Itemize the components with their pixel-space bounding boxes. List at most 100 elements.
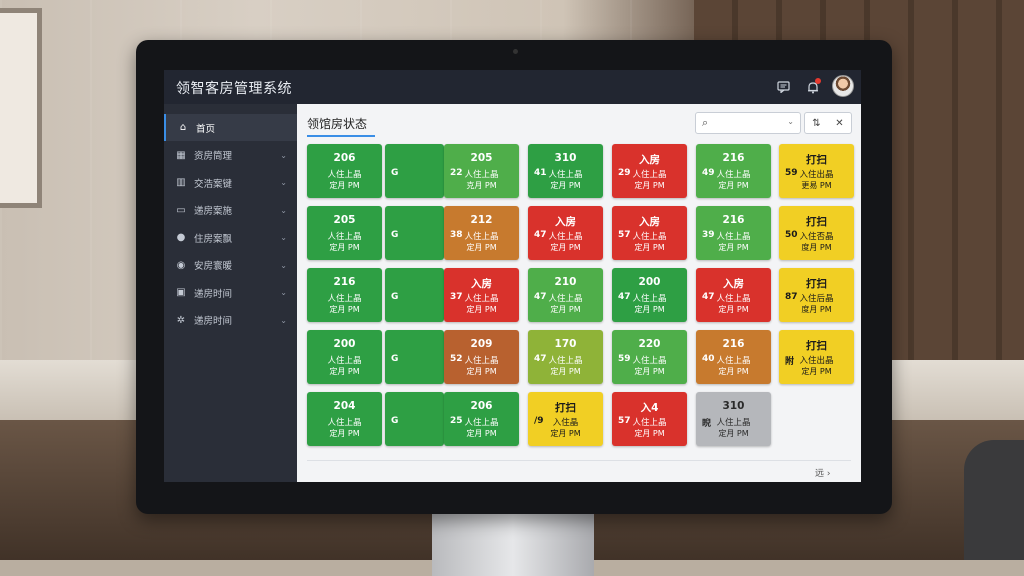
room-card[interactable]: 205 人住上晶 克月 PM 22: [444, 144, 519, 198]
room-time: 定月 PM: [550, 429, 581, 438]
room-card[interactable]: 206 人住上晶 定月 PM: [307, 144, 382, 198]
room-card[interactable]: 170 人住上晶 定月 PM 47: [528, 330, 603, 384]
pager-next[interactable]: 远 ›: [815, 466, 830, 479]
search-box[interactable]: ⌕ ⌄: [695, 112, 801, 134]
sidebar-item[interactable]: ✲ 递房时间 ⌄: [164, 307, 297, 334]
room-number: 入4: [640, 402, 659, 414]
room-card[interactable]: 打扫 入住后晶 度月 PM 87: [779, 268, 854, 322]
room-side-label: 附: [785, 357, 795, 367]
room-time: 定月 PM: [550, 181, 581, 190]
room-number: 216: [333, 276, 356, 288]
room-card[interactable]: 入4 人住上晶 定月 PM 57: [612, 392, 687, 446]
room-time: 定月 PM: [466, 429, 497, 438]
room-time: 度月 PM: [801, 243, 832, 252]
sidebar-item-icon: ●: [176, 232, 186, 243]
room-number: 入房: [639, 216, 660, 228]
room-card[interactable]: 216 人住上晶 定月 PM 49: [696, 144, 771, 198]
page-title: 领馆房状态: [307, 117, 368, 131]
room-number: 200: [333, 338, 356, 350]
room-card[interactable]: 220 人住上晶 定月 PM 59: [612, 330, 687, 384]
sidebar-item[interactable]: ▭ 递房案施 ⌄: [164, 197, 297, 224]
room-card[interactable]: 209 人住上晶 定月 PM 52: [444, 330, 519, 384]
room-side-label: 38: [450, 230, 463, 240]
room-side-label: 47: [702, 292, 715, 302]
room-time: 定月 PM: [801, 367, 832, 376]
room-card[interactable]: G: [385, 268, 444, 322]
room-time: 定月 PM: [718, 367, 749, 376]
sidebar-item-icon: ▣: [176, 287, 186, 298]
sidebar-item[interactable]: ⌂ 首页: [164, 114, 297, 141]
room-number: 170: [554, 338, 577, 350]
room-card[interactable]: G: [385, 392, 444, 446]
monitor: 领智客房管理系统 ⌂ 首页 ▦ 资房筒理 ⌄ ▥ 交浩案键 ⌄ ▭ 递房案施 ⌄ ● 住房案飘 ⌄ ◉ 安房寰…: [136, 40, 892, 514]
room-side-label: 22: [450, 168, 463, 178]
chevron-down-icon: ⌄: [280, 205, 287, 215]
room-card[interactable]: 216 人住上晶 定月 PM: [307, 268, 382, 322]
room-card[interactable]: 310 人住上晶 定月 PM 41: [528, 144, 603, 198]
sidebar-item[interactable]: ▣ 递房时间 ⌄: [164, 279, 297, 306]
room-card[interactable]: 入房 人住上晶 定月 PM 57: [612, 206, 687, 260]
room-side-label: 40: [702, 354, 715, 364]
sidebar-item[interactable]: ◉ 安房寰暖 ⌄: [164, 252, 297, 279]
sidebar-item[interactable]: ▥ 交浩案键 ⌄: [164, 169, 297, 196]
room-card[interactable]: 216 人住上晶 定月 PM 40: [696, 330, 771, 384]
notification-dot: [815, 78, 821, 84]
room-number: 200: [638, 276, 661, 288]
room-time: 定月 PM: [329, 429, 360, 438]
room-card[interactable]: 204 人住上晶 定月 PM: [307, 392, 382, 446]
room-card[interactable]: 打扫 入住出晶 更易 PM 59: [779, 144, 854, 198]
close-icon[interactable]: ✕: [835, 118, 843, 129]
room-card[interactable]: 200 人住上晶 定月 PM: [307, 330, 382, 384]
room-card[interactable]: G: [385, 206, 444, 260]
message-icon[interactable]: [774, 78, 792, 96]
sidebar: ⌂ 首页 ▦ 资房筒理 ⌄ ▥ 交浩案键 ⌄ ▭ 递房案施 ⌄ ● 住房案飘 ⌄ ◉ 安房寰暖 ⌄ ▣ 递房时间 ⌄ ✲…: [164, 104, 297, 482]
room-time: 定月 PM: [634, 181, 665, 190]
room-card[interactable]: G: [385, 144, 444, 198]
room-side-label: 37: [450, 292, 463, 302]
chevron-down-icon: ⌄: [280, 260, 287, 270]
chevron-down-icon: ⌄: [280, 233, 287, 242]
chevron-down-icon[interactable]: ⌄: [787, 117, 794, 126]
room-side-label: 57: [618, 416, 631, 426]
room-card[interactable]: 216 人住上晶 定月 PM 39: [696, 206, 771, 260]
room-time: 定月 PM: [329, 243, 360, 252]
room-number: 220: [638, 338, 661, 350]
search-icon: ⌕: [702, 116, 709, 129]
room-number: 310: [722, 400, 745, 412]
room-card[interactable]: 212 人住上晶 定月 PM 38: [444, 206, 519, 260]
search-input[interactable]: [716, 115, 776, 131]
room-side-label: 29: [618, 168, 631, 178]
avatar[interactable]: [832, 75, 854, 97]
bell-icon[interactable]: [804, 78, 822, 96]
room-card[interactable]: 打扫 入住否晶 度月 PM 50: [779, 206, 854, 260]
room-card[interactable]: G: [385, 330, 444, 384]
room-time: 更易 PM: [801, 181, 832, 190]
room-card[interactable]: 入房 人住上晶 定月 PM 47: [696, 268, 771, 322]
room-time: 定月 PM: [718, 429, 749, 438]
room-side-label: 87: [785, 292, 798, 302]
room-card[interactable]: 入房 人住上晶 定月 PM 47: [528, 206, 603, 260]
room-status: 人住上晶: [327, 170, 362, 180]
filter-icon[interactable]: ⇅: [812, 118, 820, 129]
room-card[interactable]: 200 人住上晶 定月 PM 47: [612, 268, 687, 322]
sidebar-item-icon: ▦: [176, 149, 186, 161]
room-card[interactable]: 210 人住上晶 定月 PM 47: [528, 268, 603, 322]
room-number: 入房: [555, 216, 576, 228]
room-number: 310: [554, 152, 577, 164]
room-side-label: 49: [702, 168, 715, 178]
room-side-label: 39: [702, 230, 715, 240]
room-card[interactable]: 206 人住上晶 定月 PM 25: [444, 392, 519, 446]
room-number: 打扫: [806, 340, 827, 352]
room-card[interactable]: 打扫 入住晶 定月 PM/9: [528, 392, 603, 446]
room-card[interactable]: 打扫 入住出晶 定月 PM 附: [779, 330, 854, 384]
sidebar-item[interactable]: ● 住房案飘 ⌄: [164, 224, 297, 251]
sidebar-item[interactable]: ▦ 资房筒理 ⌄: [164, 142, 297, 169]
sidebar-item-icon: ▭: [176, 204, 186, 216]
room-card[interactable]: 入房 人住上晶 定月 PM 29: [612, 144, 687, 198]
chevron-down-icon: ⌄: [280, 315, 287, 325]
room-side-label: 47: [534, 292, 547, 302]
room-card[interactable]: 310 人住上晶 定月 PM 睨: [696, 392, 771, 446]
room-card[interactable]: 入房 人住上晶 定月 PM 37: [444, 268, 519, 322]
room-card[interactable]: 205 人往上晶 定月 PM: [307, 206, 382, 260]
room-side-label: G: [391, 292, 399, 302]
